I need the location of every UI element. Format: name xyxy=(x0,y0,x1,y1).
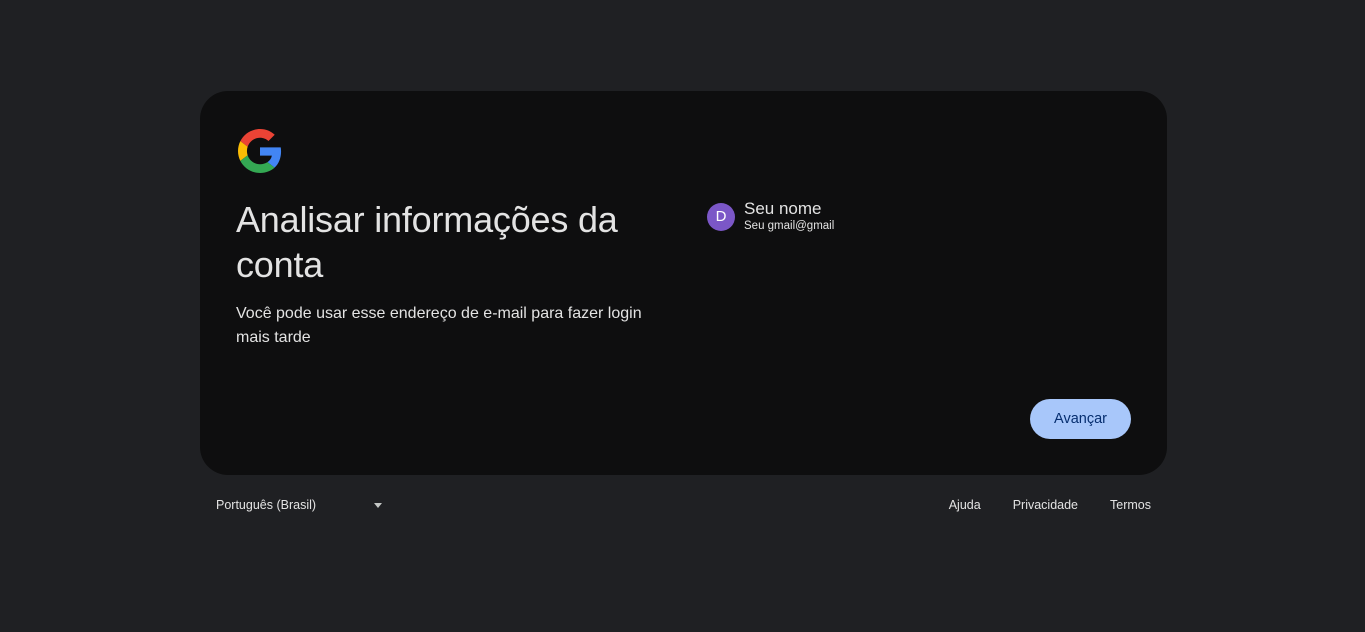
avatar: D xyxy=(707,202,735,231)
footer-link-terms[interactable]: Termos xyxy=(1110,498,1151,512)
footer-link-privacy[interactable]: Privacidade xyxy=(1013,498,1078,512)
language-selector[interactable]: Português (Brasil) xyxy=(216,498,382,512)
caret-down-icon xyxy=(374,502,382,508)
next-button[interactable]: Avançar xyxy=(1030,399,1131,439)
account-name: Seu nome xyxy=(744,199,822,218)
page: Analisar informações da conta Você pode … xyxy=(0,0,1365,632)
footer-link-help[interactable]: Ajuda xyxy=(949,498,981,512)
language-label: Português (Brasil) xyxy=(216,498,317,512)
account-chip: D Seu nome Seu gmail@gmail xyxy=(707,199,834,234)
page-subtitle: Você pode usar esse endereço de e-mail p… xyxy=(236,305,642,346)
page-title: Analisar informações da conta xyxy=(236,199,618,285)
footer: Português (Brasil) Ajuda Privacidade Ter… xyxy=(200,492,1167,522)
account-email: Seu gmail@gmail xyxy=(744,220,835,232)
footer-links: Ajuda Privacidade Termos xyxy=(917,498,1151,512)
google-logo-icon xyxy=(238,129,282,173)
signin-card: Analisar informações da conta Você pode … xyxy=(200,91,1167,475)
account-details: Seu nome Seu gmail@gmail xyxy=(744,199,834,234)
